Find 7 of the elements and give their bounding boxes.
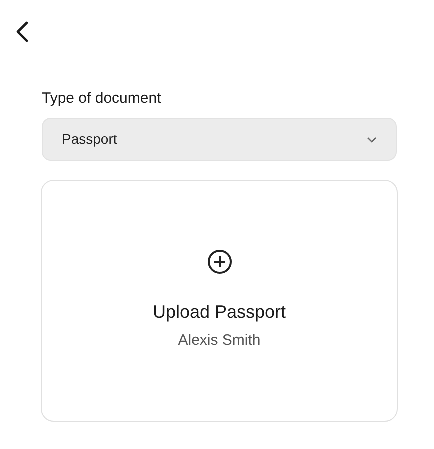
upload-title: Upload Passport xyxy=(152,301,286,324)
chevron-down-icon xyxy=(367,136,377,142)
owner-name: Alexis Smith xyxy=(178,331,261,351)
plus-circle-icon xyxy=(206,249,232,275)
field-label: Type of document xyxy=(42,89,162,109)
document-type-dropdown[interactable]: Passport xyxy=(42,118,397,161)
upload-card[interactable]: Upload Passport Alexis Smith xyxy=(41,180,398,422)
